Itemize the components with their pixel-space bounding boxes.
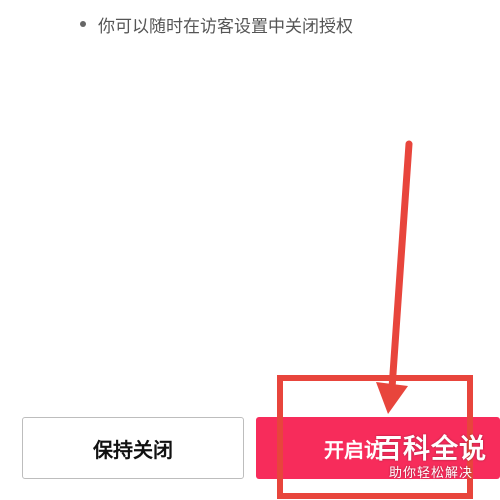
watermark-logo: 百科全说 助你轻松解决 (372, 434, 490, 482)
authorization-note-text: 你可以随时在访客设置中关闭授权 (98, 16, 353, 37)
watermark-subtitle: 助你轻松解决 (388, 466, 473, 481)
annotation-arrow-head (376, 382, 408, 414)
annotation-arrow-shaft (388, 140, 413, 392)
keep-closed-button[interactable]: 保持关闭 (22, 417, 244, 479)
watermark-title: 百科全说 (375, 434, 487, 465)
bullet-dot (80, 21, 86, 27)
authorization-note: 你可以随时在访客设置中关闭授权 (80, 10, 353, 38)
